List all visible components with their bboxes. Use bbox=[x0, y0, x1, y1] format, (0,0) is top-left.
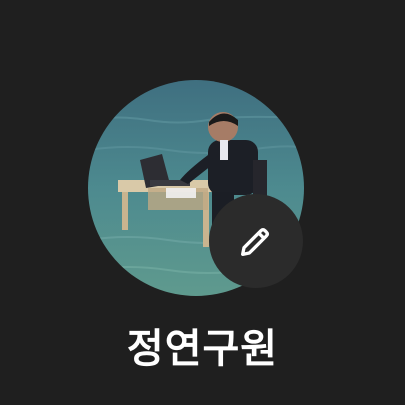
pencil-icon bbox=[241, 228, 269, 256]
profile-name: 정연구원 bbox=[126, 326, 279, 372]
edit-avatar-button[interactable] bbox=[209, 194, 303, 288]
profile-header: 정연구원 bbox=[0, 0, 405, 405]
